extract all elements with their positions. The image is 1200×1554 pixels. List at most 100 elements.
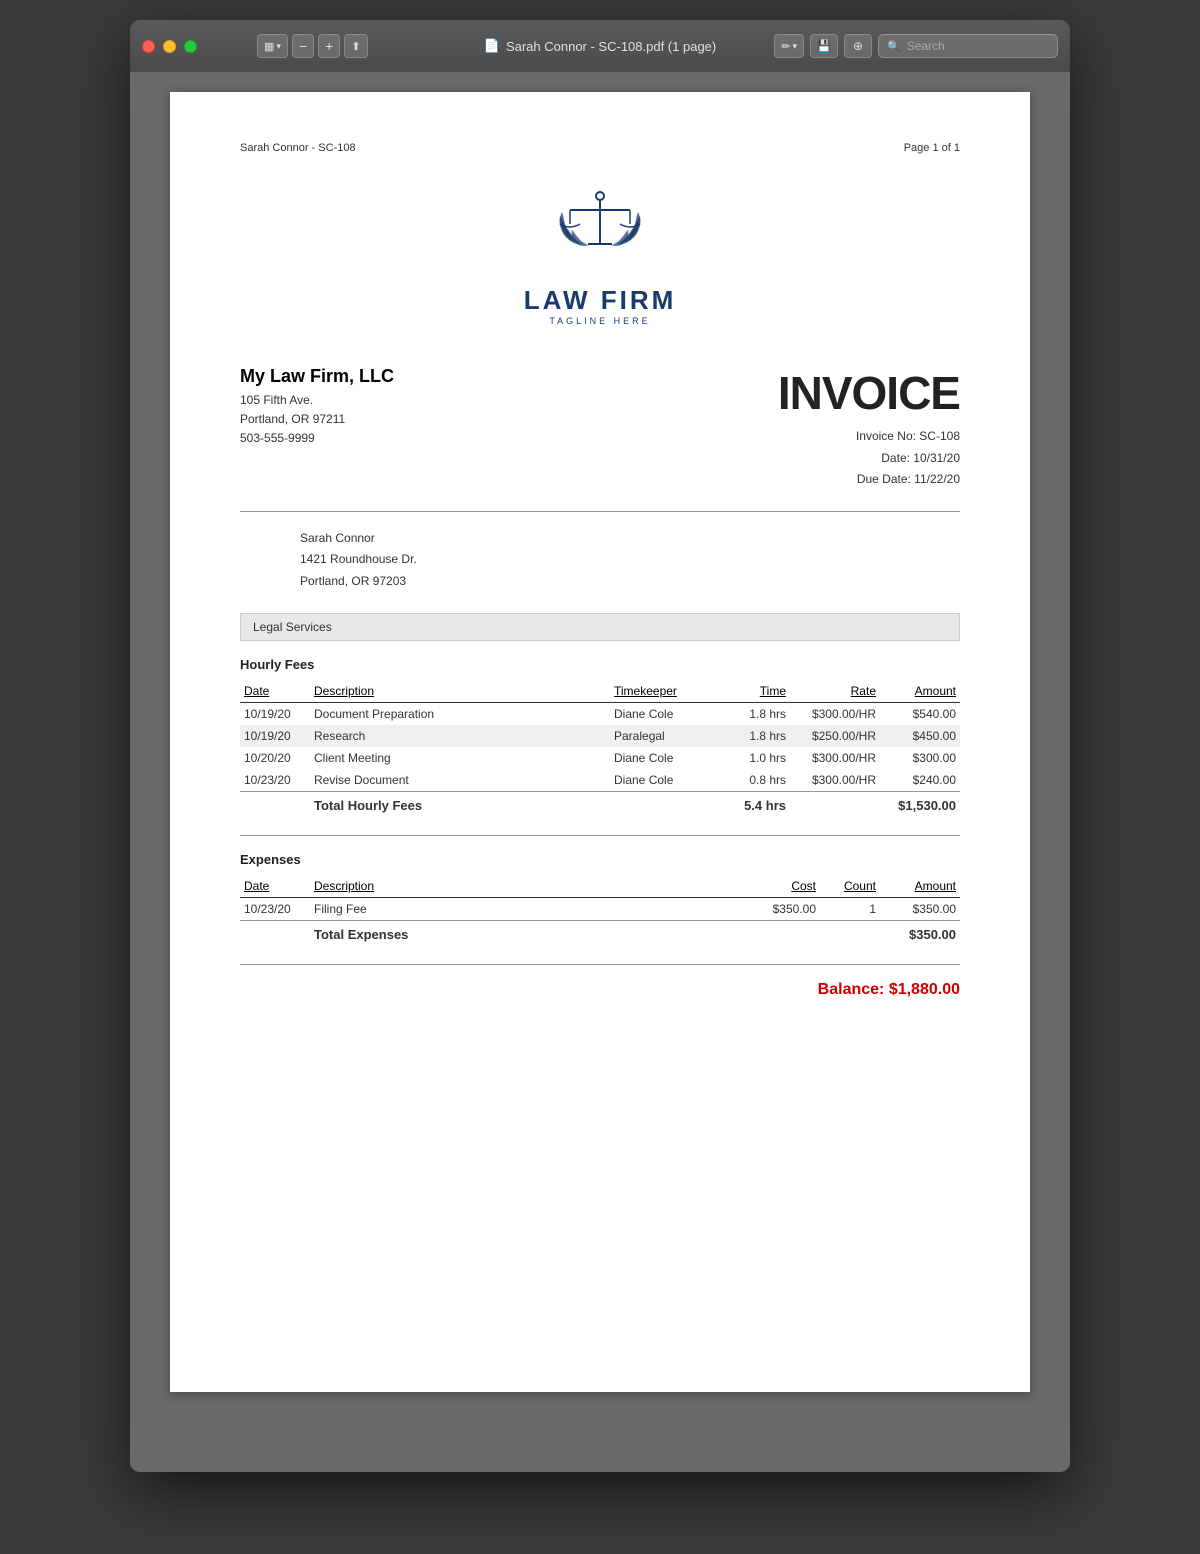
- cell-cost: $350.00: [740, 897, 820, 920]
- cell-time: 0.8 hrs: [720, 769, 790, 792]
- annotate-button[interactable]: ✏ ▾: [774, 34, 804, 58]
- cell-date: 10/19/20: [240, 725, 310, 747]
- col-header-description: Description: [310, 680, 610, 703]
- expenses-table: Date Description Cost Count Amount 10/23…: [240, 875, 960, 944]
- cell-rate: $300.00/HR: [790, 747, 880, 769]
- invoice-title: INVOICE: [778, 366, 960, 420]
- cell-date: 10/23/20: [240, 769, 310, 792]
- search-bar[interactable]: 🔍 Search: [878, 34, 1058, 58]
- exp-col-header-cost: Cost: [740, 875, 820, 898]
- firm-phone: 503-555-9999: [240, 429, 394, 448]
- table-row: 10/23/20 Filing Fee $350.00 1 $350.00: [240, 897, 960, 920]
- exp-col-header-amount: Amount: [880, 875, 960, 898]
- sidebar-icon: ▦: [264, 40, 274, 53]
- cell-count: 1: [820, 897, 880, 920]
- total-label: Total Expenses: [310, 920, 740, 944]
- firm-address2: Portland, OR 97211: [240, 410, 394, 429]
- window-title-center: 📄 Sarah Connor - SC-108.pdf (1 page): [484, 38, 716, 54]
- titlebar-right: ✏ ▾ 💾 ⊕ 🔍 Search: [774, 34, 1058, 58]
- share-icon: ⬆: [351, 40, 360, 53]
- invoice-details: Invoice No: SC-108 Date: 10/31/20 Due Da…: [778, 426, 960, 491]
- window-title: Sarah Connor - SC-108.pdf (1 page): [506, 39, 716, 54]
- sidebar-dropdown-icon: ▾: [276, 41, 281, 52]
- divider-2: [240, 835, 960, 836]
- zoom-in-icon: +: [325, 38, 333, 54]
- total-cost-spacer: [740, 920, 820, 944]
- firm-name: My Law Firm, LLC: [240, 366, 394, 387]
- doc-header-left: Sarah Connor - SC-108: [240, 142, 356, 154]
- balance-section: Balance: $1,880.00: [240, 981, 960, 999]
- total-amount: $1,530.00: [880, 791, 960, 815]
- cell-date: 10/23/20: [240, 897, 310, 920]
- billing-section: My Law Firm, LLC 105 Fifth Ave. Portland…: [240, 366, 960, 491]
- firm-address1: 105 Fifth Ave.: [240, 391, 394, 410]
- cell-amount: $240.00: [880, 769, 960, 792]
- client-address1: 1421 Roundhouse Dr.: [300, 549, 960, 571]
- save-button[interactable]: 💾: [810, 34, 838, 58]
- navigate-icon: ⊕: [853, 39, 863, 53]
- minimize-button[interactable]: [163, 40, 176, 53]
- divider-1: [240, 511, 960, 512]
- sidebar-toggle-button[interactable]: ▦ ▾: [257, 34, 288, 58]
- maximize-button[interactable]: [184, 40, 197, 53]
- total-timekeeper-spacer: [610, 791, 720, 815]
- cell-description: Document Preparation: [310, 702, 610, 725]
- cell-time: 1.0 hrs: [720, 747, 790, 769]
- col-header-time: Time: [720, 680, 790, 703]
- close-button[interactable]: [142, 40, 155, 53]
- divider-3: [240, 964, 960, 965]
- save-icon: 💾: [817, 39, 832, 53]
- invoice-number: Invoice No: SC-108: [778, 426, 960, 448]
- total-label: Total Hourly Fees: [310, 791, 610, 815]
- cell-description: Revise Document: [310, 769, 610, 792]
- total-amount: $350.00: [880, 920, 960, 944]
- hourly-fees-section: Hourly Fees Date Description Timekeeper …: [240, 657, 960, 815]
- cell-timekeeper: Paralegal: [610, 725, 720, 747]
- cell-amount: $300.00: [880, 747, 960, 769]
- col-header-amount: Amount: [880, 680, 960, 703]
- cell-description: Research: [310, 725, 610, 747]
- exp-col-header-count: Count: [820, 875, 880, 898]
- col-header-timekeeper: Timekeeper: [610, 680, 720, 703]
- document-icon: 📄: [484, 38, 500, 54]
- total-rate-spacer: [790, 791, 880, 815]
- cell-amount: $350.00: [880, 897, 960, 920]
- titlebar: ▦ ▾ − + ⬆ 📄 Sarah Connor - SC-108.pdf (1…: [130, 20, 1070, 72]
- cell-amount: $450.00: [880, 725, 960, 747]
- cell-description: Filing Fee: [310, 897, 740, 920]
- hourly-fees-title: Hourly Fees: [240, 657, 960, 672]
- col-header-date: Date: [240, 680, 310, 703]
- hourly-fees-total-row: Total Hourly Fees 5.4 hrs $1,530.00: [240, 791, 960, 815]
- navigate-button[interactable]: ⊕: [844, 34, 872, 58]
- annotate-icon: ✏: [781, 40, 790, 53]
- balance-label: Balance: $1,880.00: [818, 981, 960, 998]
- invoice-date: Date: 10/31/20: [778, 448, 960, 470]
- client-address2: Portland, OR 97203: [300, 571, 960, 593]
- cell-timekeeper: Diane Cole: [610, 702, 720, 725]
- table-row: 10/19/20 Research Paralegal 1.8 hrs $250…: [240, 725, 960, 747]
- invoice-due-date: Due Date: 11/22/20: [778, 469, 960, 491]
- zoom-in-button[interactable]: +: [318, 34, 340, 58]
- total-spacer: [240, 791, 310, 815]
- cell-time: 1.8 hrs: [720, 702, 790, 725]
- invoice-info: INVOICE Invoice No: SC-108 Date: 10/31/2…: [778, 366, 960, 491]
- app-window: ▦ ▾ − + ⬆ 📄 Sarah Connor - SC-108.pdf (1…: [130, 20, 1070, 1472]
- table-row: 10/23/20 Revise Document Diane Cole 0.8 …: [240, 769, 960, 792]
- table-row: 10/20/20 Client Meeting Diane Cole 1.0 h…: [240, 747, 960, 769]
- exp-col-header-description: Description: [310, 875, 740, 898]
- zoom-out-button[interactable]: −: [292, 34, 314, 58]
- cell-description: Client Meeting: [310, 747, 610, 769]
- cell-timekeeper: Diane Cole: [610, 747, 720, 769]
- doc-header-row: Sarah Connor - SC-108 Page 1 of 1: [240, 142, 960, 154]
- expenses-table-header-row: Date Description Cost Count Amount: [240, 875, 960, 898]
- share-button[interactable]: ⬆: [344, 34, 367, 58]
- annotate-dropdown-icon: ▾: [792, 41, 797, 52]
- expenses-section: Expenses Date Description Cost Count Amo…: [240, 852, 960, 944]
- cell-date: 10/20/20: [240, 747, 310, 769]
- exp-col-header-date: Date: [240, 875, 310, 898]
- hourly-table-header-row: Date Description Timekeeper Time Rate Am…: [240, 680, 960, 703]
- services-section-header: Legal Services: [240, 613, 960, 641]
- toolbar-tools: ▦ ▾ − + ⬆: [257, 34, 368, 58]
- total-count-spacer: [820, 920, 880, 944]
- firm-tagline: TAGLINE HERE: [549, 316, 650, 326]
